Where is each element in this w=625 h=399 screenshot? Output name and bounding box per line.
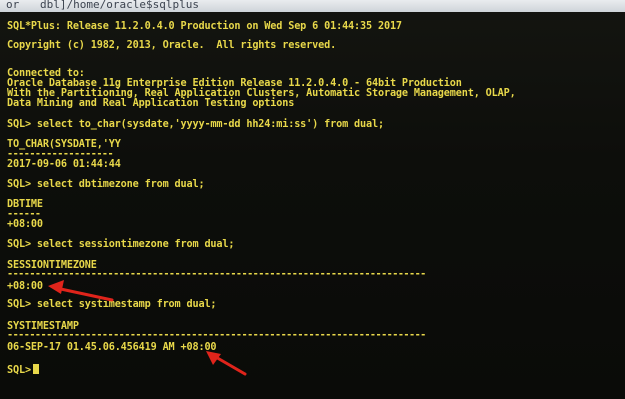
sql-prompt: SQL> bbox=[7, 365, 31, 376]
text-cursor bbox=[32, 364, 39, 374]
arrow-annotation-timestamp bbox=[206, 351, 247, 376]
query-sysdate: SQL> select to_char(sysdate,'yyyy-mm-dd … bbox=[7, 119, 384, 130]
sessiontimezone-value: +08:00 bbox=[7, 281, 43, 292]
terminal-screen[interactable]: or dbl]/home/oracle$sqlplus SQL*Plus: Re… bbox=[0, 0, 625, 399]
dbtimezone-value: +08:00 bbox=[7, 219, 43, 230]
sysdate-value: 2017-09-06 01:44:44 bbox=[7, 159, 121, 170]
systimestamp-column-rule: ----------------------------------------… bbox=[7, 330, 426, 341]
arrow-annotation-session bbox=[48, 280, 114, 302]
database-options-line-2: Data Mining and Real Application Testing… bbox=[7, 98, 295, 109]
systimestamp-value: 06-SEP-17 01.45.06.456419 AM +08:00 bbox=[7, 342, 217, 353]
sqlplus-banner: SQL*Plus: Release 11.2.0.4.0 Production … bbox=[7, 21, 402, 32]
sql-prompt-line[interactable]: SQL> bbox=[7, 364, 39, 376]
copyright-line: Copyright (c) 1982, 2013, Oracle. All ri… bbox=[7, 40, 337, 51]
query-sessiontimezone: SQL> select sessiontimezone from dual; bbox=[7, 239, 235, 250]
query-dbtimezone: SQL> select dbtimezone from dual; bbox=[7, 179, 205, 190]
